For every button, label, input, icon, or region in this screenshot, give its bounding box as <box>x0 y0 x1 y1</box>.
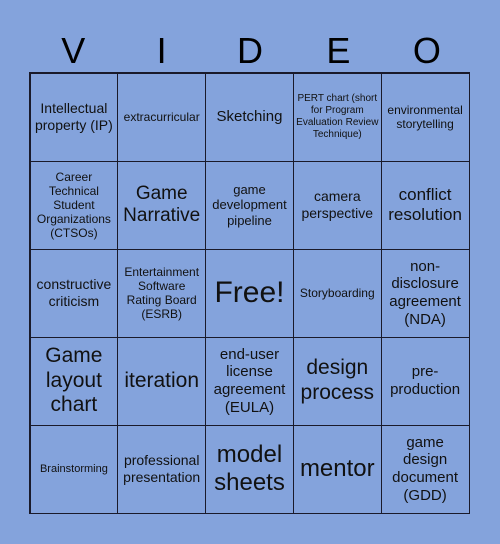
bingo-cell[interactable]: constructive criticism <box>29 248 119 338</box>
bingo-cell[interactable]: Intellectual property (IP) <box>29 72 119 162</box>
bingo-cell[interactable]: game design document (GDD) <box>380 424 470 514</box>
bingo-cell[interactable]: Brainstorming <box>29 424 119 514</box>
bingo-cell[interactable]: model sheets <box>205 424 294 514</box>
bingo-cell[interactable]: mentor <box>292 424 382 514</box>
header-letter-i: I <box>156 30 167 71</box>
bingo-cell[interactable]: extracurricular <box>117 72 207 162</box>
bingo-cell[interactable]: non-disclosure agreement (NDA) <box>380 248 470 338</box>
bingo-cell[interactable]: Entertainment Software Rating Board (ESR… <box>117 248 207 338</box>
bingo-cell[interactable]: Sketching <box>205 72 294 162</box>
bingo-cell[interactable]: camera perspective <box>292 160 382 250</box>
bingo-card: Intellectual property (IP) extracurricul… <box>29 72 470 514</box>
bingo-header: V I D E O <box>29 30 471 72</box>
header-letter-o: O <box>412 30 441 71</box>
bingo-cell[interactable]: pre-production <box>380 336 470 426</box>
free-space[interactable]: Free! <box>205 248 294 338</box>
bingo-cell[interactable]: Game layout chart <box>29 336 119 426</box>
bingo-cell[interactable]: Storyboarding <box>292 248 382 338</box>
header-letter-e: E <box>326 30 351 71</box>
bingo-cell[interactable]: PERT chart (short for Program Evaluation… <box>292 72 382 162</box>
bingo-cell[interactable]: Career Technical Student Organizations (… <box>29 160 119 250</box>
header-letter-d: D <box>237 30 264 71</box>
bingo-cell[interactable]: conflict resolution <box>380 160 470 250</box>
bingo-cell[interactable]: Game Narrative <box>117 160 207 250</box>
header-letter-v: V <box>61 30 86 71</box>
bingo-cell[interactable]: iteration <box>117 336 207 426</box>
bingo-cell[interactable]: environmental storytelling <box>380 72 470 162</box>
bingo-cell[interactable]: game development pipeline <box>205 160 294 250</box>
bingo-cell[interactable]: end-user license agreement (EULA) <box>205 336 294 426</box>
bingo-cell[interactable]: design process <box>292 336 382 426</box>
bingo-cell[interactable]: professional presentation <box>117 424 207 514</box>
